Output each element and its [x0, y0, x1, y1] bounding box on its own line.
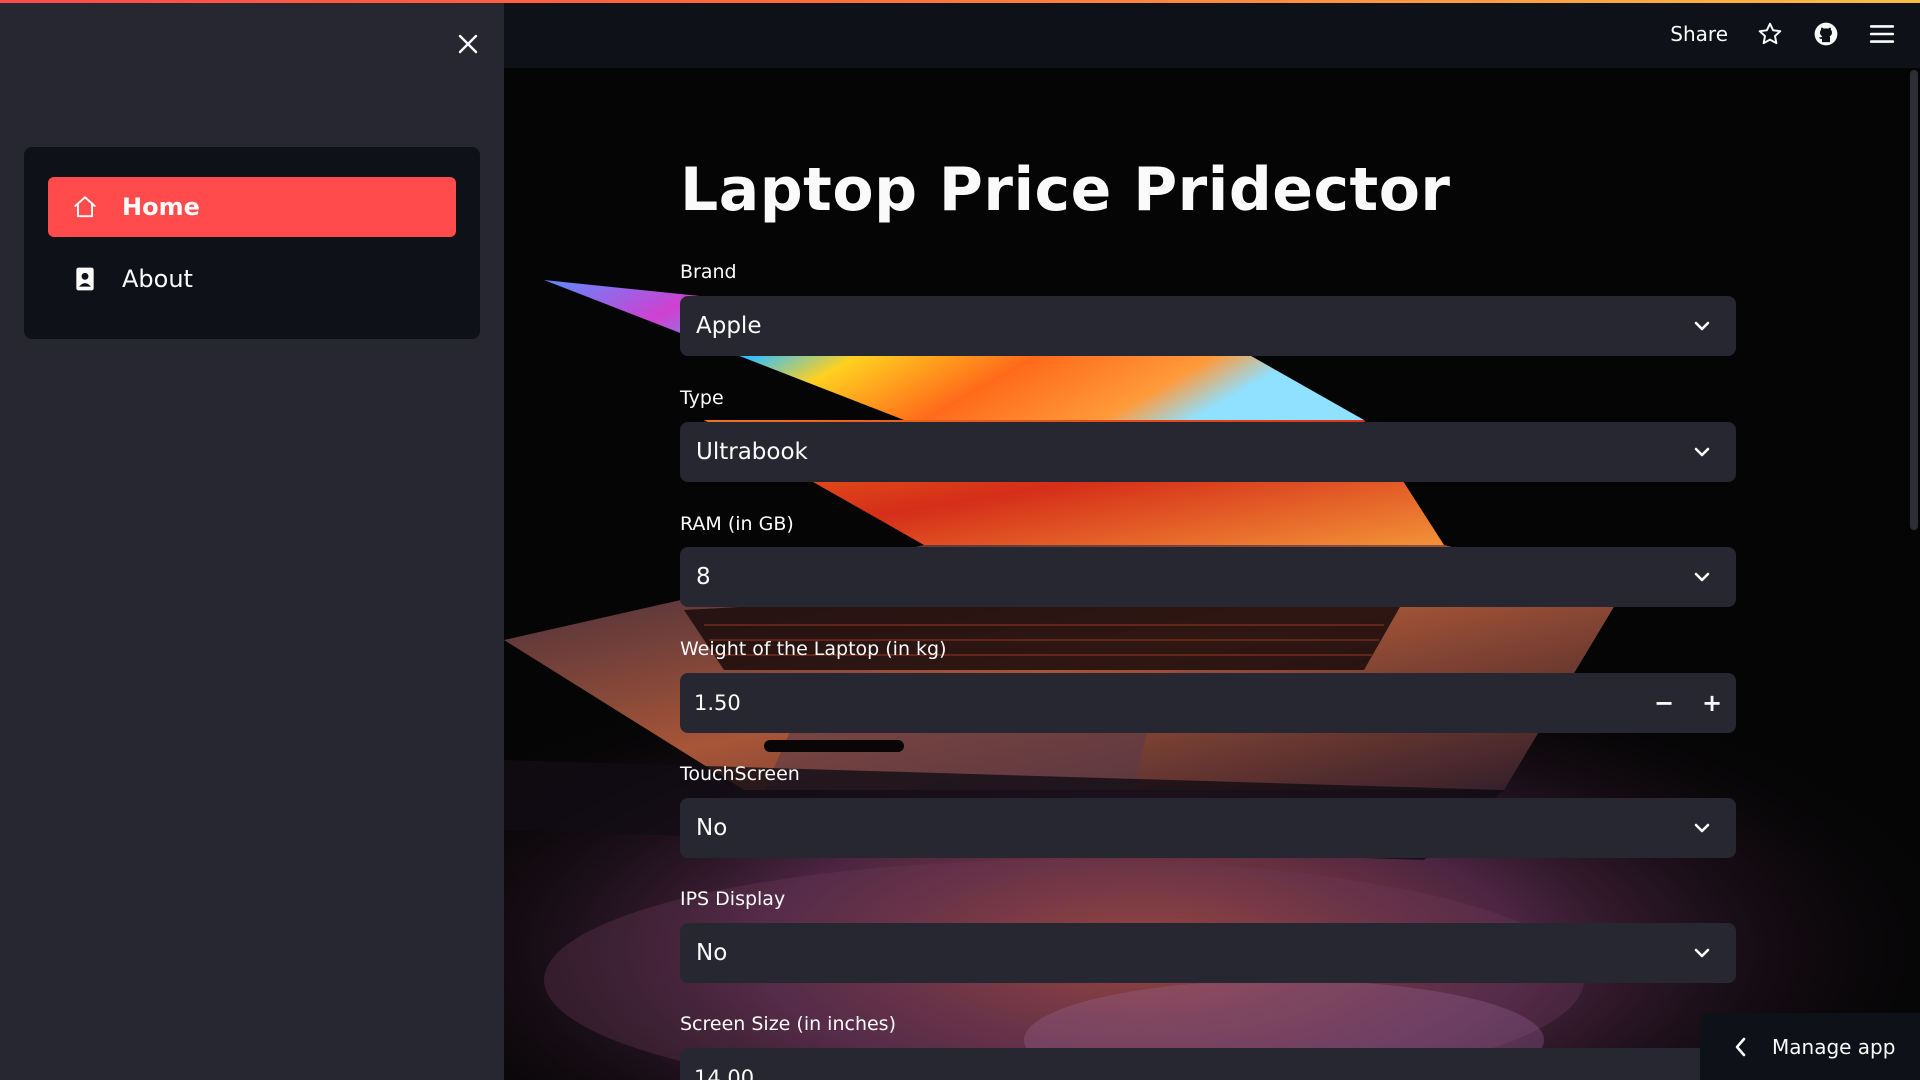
nav-item-label: Home: [122, 193, 200, 221]
ips-display-label: IPS Display: [680, 888, 786, 910]
manage-app-label: Manage app: [1772, 1034, 1896, 1059]
ips-display-select-value: No: [696, 940, 728, 966]
touchscreen-select-value: No: [696, 815, 728, 841]
hamburger-menu-icon[interactable]: [1868, 20, 1896, 48]
contact-card-icon: [70, 264, 100, 294]
main-area: Share Laptop Price Pridector Brand Apple…: [504, 0, 1920, 1080]
chevron-down-icon: [1694, 823, 1710, 833]
ips-display-select[interactable]: No: [680, 923, 1736, 983]
navigation-menu: Home About: [24, 147, 480, 339]
screen-size-input[interactable]: [680, 1048, 1580, 1080]
screen-size-label: Screen Size (in inches): [680, 1013, 896, 1035]
brand-label: Brand: [680, 261, 737, 283]
top-accent-bar: [0, 0, 1920, 3]
close-sidebar-button[interactable]: [452, 28, 484, 60]
brand-select-value: Apple: [696, 313, 762, 339]
ram-label: RAM (in GB): [680, 513, 794, 535]
screen-size-number-input: [680, 1048, 1736, 1080]
nav-item-home[interactable]: Home: [48, 177, 456, 237]
chevron-left-icon: [1732, 1036, 1754, 1058]
star-icon[interactable]: [1756, 20, 1784, 48]
nav-item-label: About: [122, 265, 193, 293]
chevron-down-icon: [1694, 572, 1710, 582]
app-header: Share: [504, 0, 1920, 68]
sidebar: Home About: [0, 0, 504, 1080]
type-select[interactable]: Ultrabook: [680, 422, 1736, 482]
manage-app-button[interactable]: Manage app: [1700, 1013, 1920, 1080]
brand-select[interactable]: Apple: [680, 296, 1736, 356]
chevron-down-icon: [1694, 447, 1710, 457]
house-icon: [70, 192, 100, 222]
main-scrollbar[interactable]: [1910, 70, 1918, 530]
nav-item-about[interactable]: About: [48, 249, 456, 309]
ram-select[interactable]: 8: [680, 547, 1736, 607]
decrement-button[interactable]: −: [1640, 673, 1688, 733]
type-label: Type: [680, 387, 724, 409]
close-icon: [458, 34, 478, 54]
touchscreen-select[interactable]: No: [680, 798, 1736, 858]
share-link[interactable]: Share: [1670, 22, 1728, 46]
chevron-down-icon: [1694, 321, 1710, 331]
type-select-value: Ultrabook: [696, 439, 808, 465]
page-title: Laptop Price Pridector: [680, 155, 1451, 225]
weight-label: Weight of the Laptop (in kg): [680, 638, 947, 660]
touchscreen-label: TouchScreen: [680, 763, 800, 785]
increment-button[interactable]: +: [1688, 673, 1736, 733]
weight-number-input: − +: [680, 673, 1736, 733]
github-icon[interactable]: [1812, 20, 1840, 48]
ram-select-value: 8: [696, 564, 711, 590]
chevron-down-icon: [1694, 948, 1710, 958]
weight-input[interactable]: [680, 673, 1580, 733]
